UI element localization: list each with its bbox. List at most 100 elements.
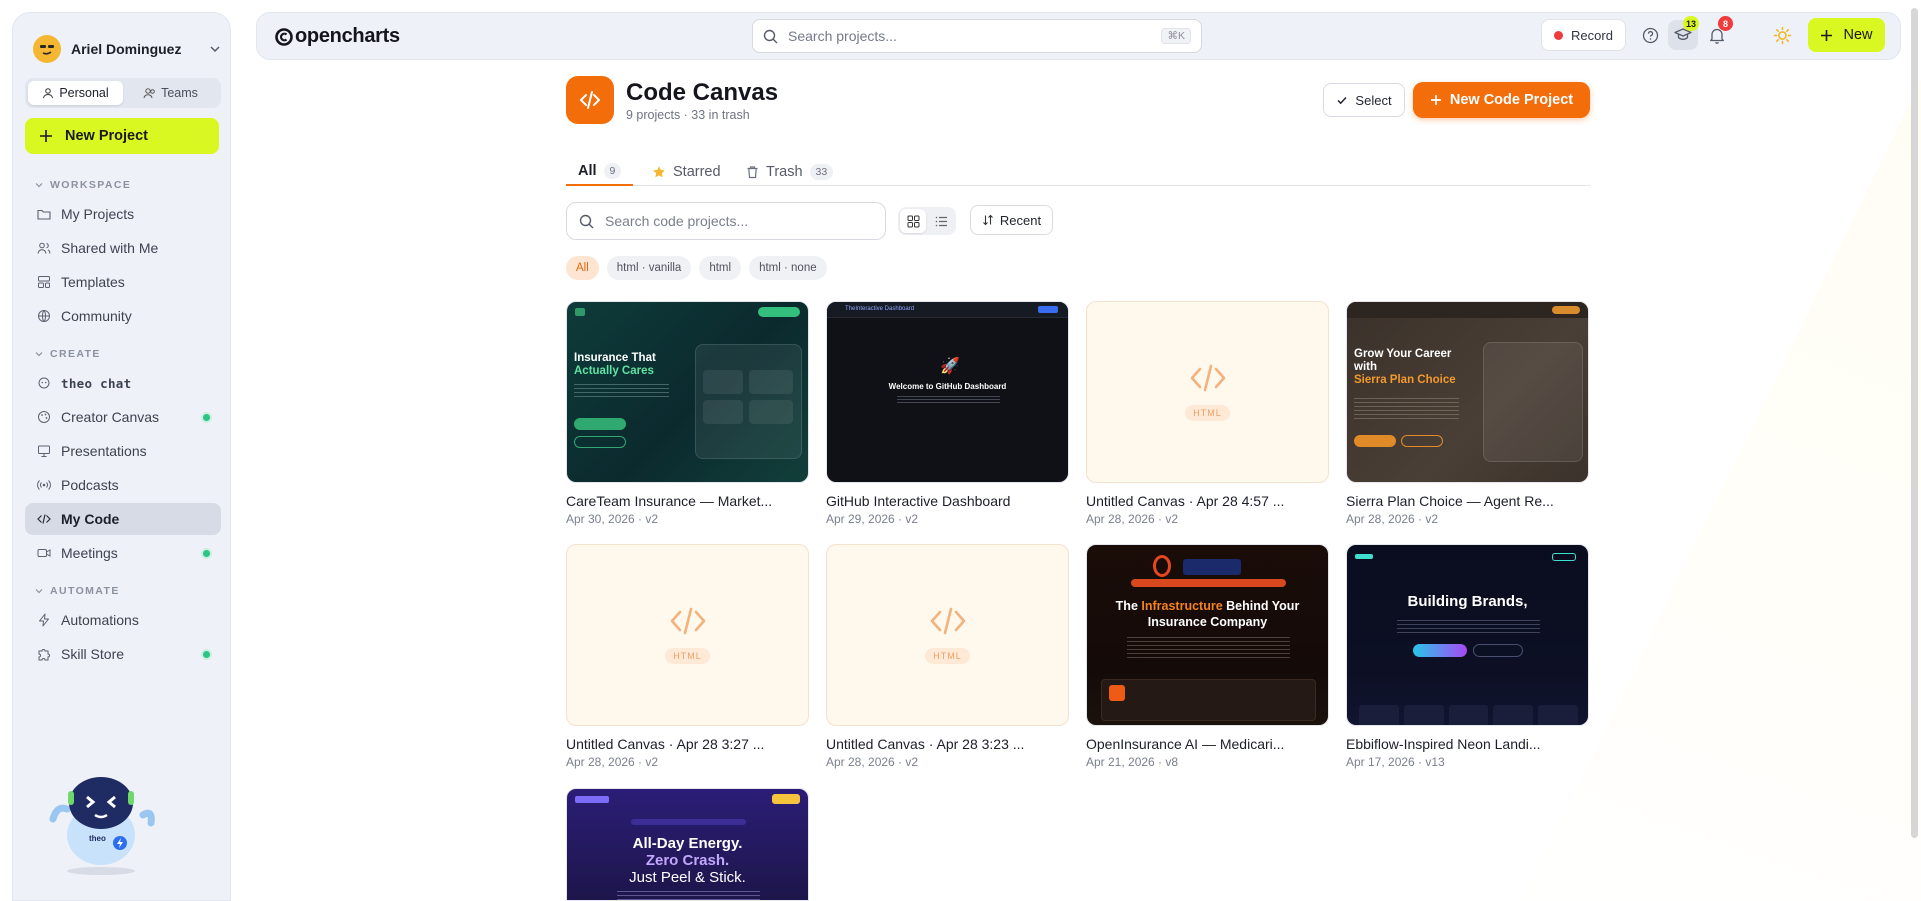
automate-section-heading[interactable]: AUTOMATE: [35, 585, 120, 597]
user-icon: [43, 88, 54, 99]
sidebar-item-theo-chat[interactable]: theo chat: [25, 367, 221, 399]
tab-teams[interactable]: Teams: [123, 81, 218, 105]
sidebar-item-label: Community: [61, 308, 132, 324]
sidebar: Ariel Dominguez Personal Teams New Proje…: [12, 12, 231, 901]
tab-teams-label: Teams: [161, 86, 198, 100]
plus-icon: [40, 130, 52, 142]
sort-dropdown[interactable]: Recent: [970, 205, 1053, 235]
learn-button[interactable]: 13: [1668, 16, 1699, 50]
plus-icon: [1430, 95, 1441, 105]
record-button[interactable]: Record: [1541, 19, 1626, 51]
sidebar-item-templates[interactable]: Templates: [25, 266, 221, 298]
filter-chip-html-none[interactable]: html · none: [749, 256, 827, 280]
project-card[interactable]: TheInteractive Dashboard 🚀 Welcome to Gi…: [826, 301, 1069, 526]
sidebar-item-label: My Projects: [61, 206, 135, 222]
sort-icon: [983, 214, 993, 226]
project-title: OpenInsurance AI — Medicari...: [1086, 736, 1285, 752]
project-meta: Apr 28, 2026 · v2: [1086, 512, 1179, 526]
chevron-down-icon: [210, 46, 220, 53]
list-icon: [935, 216, 947, 226]
project-card[interactable]: Grow Your Career with Sierra Plan Choice…: [1346, 301, 1589, 526]
code-project-search-input[interactable]: Search code projects...: [566, 202, 886, 240]
project-card[interactable]: HTML Untitled Canvas · Apr 28 4:57 ... A…: [1086, 301, 1329, 526]
grid-view-button[interactable]: [900, 209, 926, 233]
create-section-heading[interactable]: CREATE: [35, 348, 101, 360]
sidebar-item-meetings[interactable]: Meetings: [25, 537, 221, 569]
project-tabs: All 9 Starred Trash 33: [566, 154, 1590, 186]
thumb-accent: Sierra Plan Choice: [1354, 374, 1456, 386]
code-icon: [37, 514, 51, 524]
project-meta: Apr 17, 2026 · v13: [1346, 755, 1445, 769]
thumb-heading: Grow Your Career with: [1354, 348, 1452, 373]
filter-chip-all[interactable]: All: [566, 256, 599, 280]
puzzle-icon: [38, 649, 50, 661]
app-logo[interactable]: opencharts: [275, 25, 400, 48]
project-card[interactable]: All-Day Energy. Zero Crash. Just Peel & …: [566, 788, 809, 901]
filter-chip-html-vanilla[interactable]: html · vanilla: [606, 256, 692, 280]
html-tag: HTML: [1185, 405, 1230, 421]
sidebar-item-skill-store[interactable]: Skill Store: [25, 638, 221, 670]
sidebar-item-creator-canvas[interactable]: Creator Canvas: [25, 401, 221, 433]
tab-trash[interactable]: Trash 33: [740, 158, 839, 186]
page-icon: [566, 76, 614, 124]
thumb-rest: Just Peel & Stick.: [629, 869, 746, 886]
project-meta: Apr 29, 2026 · v2: [826, 512, 919, 526]
check-icon: [1337, 96, 1347, 105]
new-button[interactable]: New: [1808, 18, 1885, 52]
notifications-button[interactable]: 8: [1702, 16, 1733, 50]
page-subtitle: 9 projects · 33 in trash: [626, 108, 750, 122]
thumb-accent: TheInteractive Dashboard: [845, 306, 915, 312]
tab-personal[interactable]: Personal: [28, 81, 123, 105]
thumb-accent: Infrastructure: [1141, 599, 1223, 613]
tab-all[interactable]: All 9: [566, 158, 634, 186]
project-title: Ebbiflow-Inspired Neon Landi...: [1346, 736, 1541, 752]
logo-icon: [275, 27, 293, 46]
new-project-button[interactable]: New Project: [25, 118, 219, 154]
account-switcher[interactable]: Ariel Dominguez: [33, 33, 223, 65]
project-card[interactable]: Insurance That Actually Cares CareTeam I…: [566, 301, 809, 526]
new-code-project-button[interactable]: New Code Project: [1413, 82, 1590, 118]
sidebar-item-automations[interactable]: Automations: [25, 604, 221, 636]
help-button[interactable]: [1635, 20, 1665, 50]
search-icon: [763, 29, 778, 43]
project-card[interactable]: HTML Untitled Canvas · Apr 28 3:23 ... A…: [826, 544, 1069, 769]
grid-icon: [907, 215, 919, 227]
star-icon: [653, 166, 665, 178]
project-card[interactable]: The Infrastructure Behind Your Insurance…: [1086, 544, 1329, 769]
code-search-placeholder: Search code projects...: [605, 213, 749, 229]
status-dot: [203, 550, 210, 557]
project-thumbnail: HTML: [566, 544, 809, 726]
thumb-accent: Zero Crash.: [645, 852, 730, 869]
tab-all-label: All: [578, 163, 597, 179]
sidebar-item-my-code[interactable]: My Code: [25, 503, 221, 535]
page-title: Code Canvas: [626, 79, 779, 106]
project-thumbnail: Grow Your Career with Sierra Plan Choice: [1346, 301, 1589, 483]
theme-toggle[interactable]: [1767, 20, 1797, 50]
html-tag: HTML: [925, 648, 970, 664]
tab-starred[interactable]: Starred: [646, 158, 727, 186]
sidebar-item-podcasts[interactable]: Podcasts: [25, 469, 221, 501]
new-code-project-label: New Code Project: [1449, 92, 1574, 108]
select-button[interactable]: Select: [1323, 83, 1405, 117]
project-card[interactable]: Building Brands, Ebbiflow-Inspired Neon …: [1346, 544, 1589, 769]
thumb-heading: Welcome to GitHub Dashboard: [888, 382, 1007, 391]
search-shortcut: ⌘K: [1161, 28, 1191, 44]
project-search-input[interactable]: Search projects... ⌘K: [752, 19, 1202, 53]
filter-chip-html[interactable]: html: [699, 256, 742, 280]
project-card[interactable]: HTML Untitled Canvas · Apr 28 3:27 ... A…: [566, 544, 809, 769]
sidebar-item-presentations[interactable]: Presentations: [25, 435, 221, 467]
theo-mascot[interactable]: theo: [43, 761, 173, 881]
users-icon: [143, 88, 155, 99]
sidebar-item-community[interactable]: Community: [25, 300, 221, 332]
chevron-down-icon: [35, 183, 43, 188]
sidebar-item-my-projects[interactable]: My Projects: [25, 198, 221, 230]
sidebar-item-shared[interactable]: Shared with Me: [25, 232, 221, 264]
plus-icon: [1821, 29, 1833, 41]
project-title: Untitled Canvas · Apr 28 3:23 ...: [826, 736, 1025, 752]
folder-icon: [37, 209, 51, 220]
workspace-section-heading[interactable]: WORKSPACE: [35, 179, 131, 191]
page-scrollbar[interactable]: [1911, 8, 1918, 838]
app-root: Ariel Dominguez Personal Teams New Proje…: [0, 0, 1921, 901]
video-icon: [37, 549, 51, 557]
list-view-button[interactable]: [928, 209, 954, 233]
